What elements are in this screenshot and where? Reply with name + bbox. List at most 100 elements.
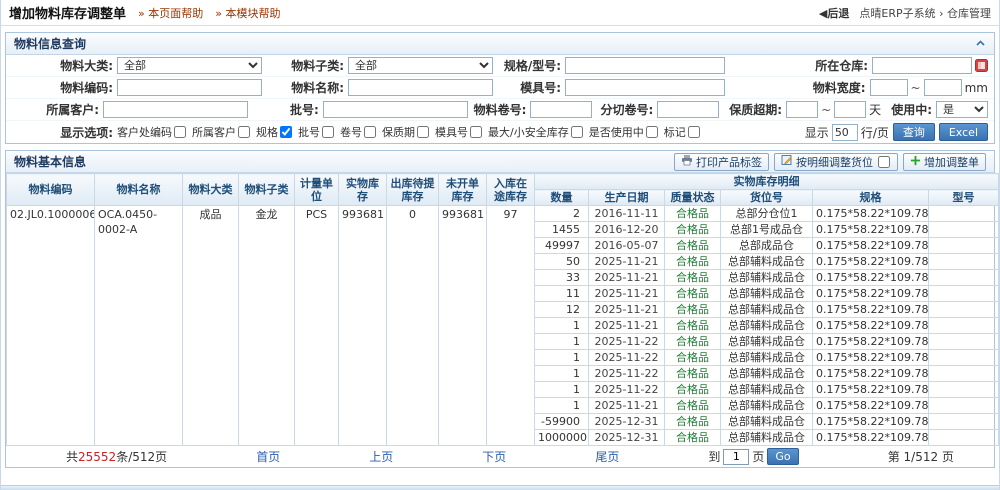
slit-roll-input[interactable] [657, 101, 719, 118]
topbar: 增加物料库存调整单 » 本页面帮助 » 本模块帮助 ◀后退 点晴ERP子系统 ›… [1, 0, 999, 26]
detail-date: 2025-11-21 [589, 302, 665, 318]
display-option-checkbox[interactable] [174, 126, 186, 138]
pager-last-link[interactable]: 尾页 [595, 448, 619, 465]
material-category-select[interactable]: 全部 [117, 57, 262, 74]
display-option-text: 是否使用中 [589, 124, 644, 140]
page-title: 增加物料库存调整单 [9, 3, 126, 22]
display-option[interactable]: 模具号 [435, 124, 483, 140]
print-label-button[interactable]: 打印产品标签 [674, 153, 769, 171]
in-use-select[interactable]: 是 [936, 101, 988, 118]
detail-qty: -59900 [535, 414, 589, 430]
col-header-unbilled: 未开单库存 [439, 174, 487, 206]
col-header-inbound-transit: 入库在途库存 [487, 174, 535, 206]
adjust-by-detail-text: 按明细调整货位 [796, 154, 873, 170]
shelf-min-input[interactable] [786, 101, 818, 118]
display-option-checkbox[interactable] [571, 126, 583, 138]
mold-number-input[interactable] [565, 79, 725, 96]
detail-status: 合格品 [665, 270, 721, 286]
display-option[interactable]: 批号 [298, 124, 335, 140]
adjust-by-detail-button[interactable]: 按明细调整货位 [774, 153, 898, 171]
rows-suffix-label: 行/页 [861, 124, 889, 141]
shelf-unit: 天 [869, 101, 881, 118]
display-option-checkbox[interactable] [322, 126, 334, 138]
display-option-text: 最大/小安全库存 [488, 124, 569, 140]
display-option[interactable]: 卷号 [340, 124, 377, 140]
module-help-link[interactable]: » 本模块帮助 [215, 5, 280, 21]
col-group-header-stock-detail: 实物库存明细 [535, 174, 999, 190]
detail-model [929, 382, 999, 398]
spec-model-input[interactable] [565, 57, 725, 74]
pager-next-link[interactable]: 下页 [482, 448, 506, 465]
mold-number-label: 模具号: [493, 79, 565, 96]
detail-date: 2025-11-21 [589, 398, 665, 414]
pager-prev-link[interactable]: 上页 [369, 448, 393, 465]
display-option-checkbox[interactable] [280, 126, 292, 138]
detail-row: 02.JL0.1000006OCA.0450-0002-A成品金龙PCS9936… [7, 206, 999, 222]
display-option[interactable]: 是否使用中 [589, 124, 659, 140]
detail-spec: 0.175*58.22*109.78 [813, 430, 929, 446]
chevron-up-icon[interactable] [975, 38, 986, 49]
query-row-1: 物料大类: 全部 物料子类: 全部 规格/型号: 所在仓库: [6, 55, 994, 77]
detail-status: 合格品 [665, 254, 721, 270]
warehouse-input[interactable] [872, 57, 972, 74]
slit-roll-label: 分切卷号: [592, 101, 657, 118]
customer-input[interactable] [103, 101, 248, 118]
material-subcategory-select[interactable]: 全部 [348, 57, 493, 74]
display-option[interactable]: 最大/小安全库存 [488, 124, 584, 140]
display-option[interactable]: 规格 [256, 124, 293, 140]
material-category-label: 物料大类: [12, 57, 117, 74]
roll-number-input[interactable] [530, 101, 592, 118]
rows-per-page-input[interactable] [832, 124, 858, 141]
pager-first-link[interactable]: 首页 [256, 448, 280, 465]
query-row-4: 显示选项: 客户处编码所属客户规格批号卷号保质期模具号最大/小安全库存是否使用中… [6, 121, 994, 143]
material-inbound-transit: 97 [487, 206, 535, 446]
table-header-row-1: 物料编码 物料名称 物料大类 物料子类 计量单位 实物库存 出库待提库存 未开单… [7, 174, 999, 190]
display-option-checkbox[interactable] [470, 126, 482, 138]
detail-model [929, 238, 999, 254]
display-option[interactable]: 所属客户 [192, 124, 251, 140]
go-button[interactable]: Go [767, 448, 798, 465]
col-header-prod-date: 生产日期 [589, 190, 665, 206]
col-header-outbound-pending: 出库待提库存 [387, 174, 439, 206]
detail-qty: 1000000 [535, 430, 589, 446]
material-outbound-pending: 0 [387, 206, 439, 446]
back-link[interactable]: ◀后退 [819, 5, 849, 21]
display-options: 客户处编码所属客户规格批号卷号保质期模具号最大/小安全库存 是否使用中 标记 [117, 124, 706, 140]
query-row-2: 物料编码: 物料名称: 模具号: 物料宽度: ~ mm [6, 77, 994, 99]
page-help-link[interactable]: » 本页面帮助 [138, 5, 203, 21]
adjust-by-detail-checkbox[interactable] [878, 156, 890, 168]
display-option-checkbox[interactable] [646, 126, 658, 138]
material-name-input[interactable] [348, 79, 493, 96]
display-option-checkbox[interactable] [417, 126, 429, 138]
shelf-max-input[interactable] [834, 101, 866, 118]
pager-total: 共25552条/512页 [66, 448, 167, 465]
batch-input[interactable] [323, 101, 468, 118]
display-option[interactable]: 保质期 [382, 124, 430, 140]
results-panel: 物料基本信息 打印产品标签 按明细调整货位 增加调整单 [5, 150, 995, 468]
display-option[interactable]: 客户处编码 [117, 124, 187, 140]
display-option-checkbox[interactable] [238, 126, 250, 138]
detail-date: 2025-11-21 [589, 254, 665, 270]
detail-date: 2025-12-31 [589, 430, 665, 446]
excel-button[interactable]: Excel [939, 123, 988, 141]
printer-icon [681, 154, 693, 169]
add-adjustment-button[interactable]: 增加调整单 [903, 153, 986, 171]
material-code-input[interactable] [117, 79, 262, 96]
detail-qty: 1 [535, 366, 589, 382]
display-option[interactable]: 标记 [664, 124, 701, 140]
search-button[interactable]: 查询 [893, 123, 935, 141]
query-row-3: 所属客户: 批号: 物料卷号: 分切卷号: 保质超期: ~ 天 使用中: 是 [6, 99, 994, 121]
detail-spec: 0.175*58.22*109.78 [813, 414, 929, 430]
display-option-checkbox[interactable] [688, 126, 700, 138]
warehouse-lookup-icon[interactable] [975, 59, 988, 72]
detail-location: 总部辅料成品仓 [721, 302, 813, 318]
rows-display-label: 显示 [805, 124, 829, 141]
goto-page-input[interactable] [723, 449, 749, 465]
display-option-checkbox[interactable] [364, 126, 376, 138]
pager-total-count: 25552 [78, 450, 116, 464]
width-max-input[interactable] [924, 79, 962, 96]
detail-model [929, 350, 999, 366]
width-min-input[interactable] [870, 79, 908, 96]
detail-spec: 0.175*58.22*109.78 [813, 222, 929, 238]
plus-icon [910, 155, 921, 169]
